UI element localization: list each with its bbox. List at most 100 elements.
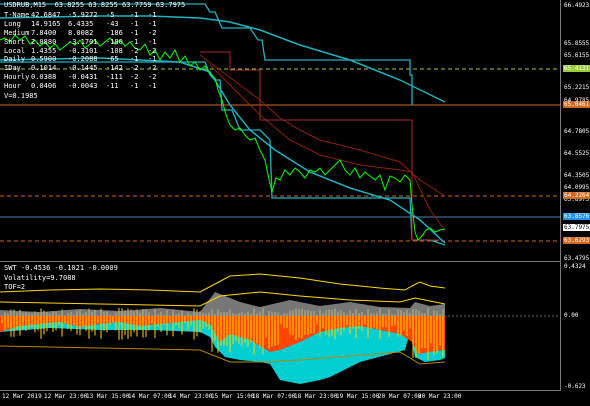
table-cell: 6.4335: [68, 19, 94, 28]
time-tick-label: 20 Mar 23:00: [418, 393, 462, 400]
indicator-table: T-Name 42.6847 -5.9272 -5 -1 -1 Long 14.9…: [4, 11, 166, 101]
price-tick-label: 64.7805: [564, 128, 590, 135]
table-header-row: T-Name 42.6847 -5.9272 -5 -1 -1: [4, 11, 166, 20]
table-cell: 0.5900: [31, 55, 57, 64]
osc-axis-top: 0.4324: [564, 263, 586, 270]
price-level-tag: 63.7975: [563, 224, 590, 231]
osc-axis-zero: 0.00: [564, 312, 579, 319]
table-cell: -1: [130, 19, 139, 28]
price-level-tag: 65.4131: [563, 65, 590, 72]
price-tick-label: 65.8555: [564, 40, 590, 47]
table-body: Long 14.9165 6.4335 -43 -1 -1 Medium 7.8400 8.00…: [4, 20, 166, 91]
table-cell: 0.1014: [31, 64, 57, 73]
table-header-cell: T-Name: [4, 11, 30, 19]
table-cell: 0.0388: [31, 73, 57, 82]
table-cell: -2: [130, 64, 139, 73]
table-cell: 7.8400: [31, 28, 57, 37]
oscillator-volatility: Volatility=9.7088: [4, 274, 76, 282]
table-cell: -186: [106, 28, 123, 37]
table-cell: -0.3101: [68, 46, 98, 55]
table-cell: 1.4355: [31, 46, 57, 55]
table-cell: 2.0880: [31, 37, 57, 46]
price-level-tag: 63.8576: [563, 213, 590, 220]
table-cell: -0.1445: [68, 64, 98, 73]
table-cell: -111: [106, 73, 123, 82]
table-cell: -1: [148, 37, 157, 46]
table-cell: -1: [130, 55, 139, 64]
table-cell: -43: [106, 19, 119, 28]
table-cell: -0.0043: [68, 82, 98, 91]
time-tick-label: 18 Mar 23:00: [294, 393, 338, 400]
time-tick-label: 12 Mar 23:00: [44, 393, 88, 400]
table-cell: 8.0082: [68, 28, 94, 37]
step-line-red: [200, 51, 440, 241]
price-pane[interactable]: USDRUB,M15 63.8255 63.8255 63.7759 63.79…: [0, 0, 561, 262]
table-cell: 0.0406: [31, 82, 57, 91]
table-cell: -0.0431: [68, 73, 98, 82]
table-row: Local 1.4355 -0.3101 -108 -2 -2: [4, 47, 166, 56]
time-axis: 12 Mar 2019 12 Mar 23:00 13 Mar 15:00 14 Ma…: [0, 392, 560, 404]
table-cell: -0.2088: [68, 55, 98, 64]
table-cell: -2: [148, 46, 157, 55]
table-cell: -1: [130, 82, 139, 91]
table-row: Hour 0.0406 -0.0043 -11 -1 -1: [4, 82, 166, 91]
time-tick-label: 18 Mar 07:00: [252, 393, 296, 400]
table-cell: IDay: [4, 64, 21, 73]
table-row: Hourly 0.0388 -0.0431 -111 -2 -2: [4, 73, 166, 82]
osc-axis-bottom: -0.623: [564, 383, 586, 390]
oscillator-svg[interactable]: [0, 262, 560, 390]
time-tick-label: 12 Mar 2019: [2, 393, 42, 400]
table-cell: 14.9165: [31, 19, 61, 28]
table-cell: -1: [130, 37, 139, 46]
table-header-cell: -5.9272: [68, 11, 98, 19]
table-row: Short 2.0880 -3.1701 -180 -1 -1: [4, 38, 166, 47]
table-cell: Hour: [4, 82, 21, 91]
price-tick-label: 63.4795: [564, 255, 590, 262]
chart-symbol-header: USDRUB,M15 63.8255 63.8255 63.7759 63.79…: [4, 1, 186, 9]
time-tick-label: 14 Mar 23:00: [169, 393, 213, 400]
table-cell: Hourly: [4, 73, 30, 82]
table-cell: -142: [106, 64, 123, 73]
time-tick-label: 19 Mar 15:00: [336, 393, 380, 400]
table-cell: -180: [106, 37, 123, 46]
time-tick-label: 15 Mar 15:00: [211, 393, 255, 400]
price-tick-label: 64.0995: [564, 184, 590, 191]
table-cell: -1: [148, 19, 157, 28]
table-cell: -1: [148, 55, 157, 64]
oscillator-tof: TOF=2: [4, 283, 26, 291]
table-cell: -11: [106, 82, 119, 91]
price-axis: 66.492365.855565.615565.221564.978564.78…: [561, 0, 590, 262]
table-header-cell: -1: [130, 11, 139, 19]
table-cell: -2: [148, 64, 157, 73]
envelope-line-1: [199, 54, 446, 197]
oscillator-title: SWT -0.4536 -0.1021 -0.0009: [4, 264, 118, 272]
table-row: Medium 7.8400 8.0082 -186 -1 -2: [4, 29, 166, 38]
table-cell: -2: [130, 73, 139, 82]
table-row: Daily 0.5900 -0.2088 -65 -1 -1: [4, 55, 166, 64]
table-cell: -2: [130, 46, 139, 55]
table-cell: -108: [106, 46, 123, 55]
table-header-cell: 42.6847: [31, 11, 61, 19]
time-tick-label: 20 Mar 07:00: [378, 393, 422, 400]
table-cell: Long: [4, 19, 21, 28]
time-tick-label: 13 Mar 15:00: [86, 393, 130, 400]
price-tick-label: 64.5525: [564, 150, 590, 157]
table-cell: -2: [148, 28, 157, 37]
table-cell: Local: [4, 46, 26, 55]
table-cell: Daily: [4, 55, 26, 64]
table-cell: -1: [148, 82, 157, 91]
price-tick-label: 66.4923: [564, 2, 590, 9]
table-row: IDay 0.1014 -0.1445 -142 -2 -2: [4, 64, 166, 73]
price-level-tag: 63.6293: [563, 237, 590, 244]
chart-window[interactable]: USDRUB,M15 63.8255 63.8255 63.7759 63.79…: [0, 0, 590, 406]
v-value-label: V=0.1985: [4, 92, 38, 101]
price-level-tag: 64.2264: [563, 192, 590, 199]
oscillator-pane[interactable]: SWT -0.4536 -0.1021 -0.0009 Volatility=9…: [0, 262, 561, 391]
price-tick-label: 65.6155: [564, 52, 590, 59]
table-cell: -2: [148, 73, 157, 82]
table-cell: Short: [4, 37, 26, 46]
price-level-tag: 65.0461: [563, 101, 590, 108]
table-cell: -3.1701: [68, 37, 98, 46]
table-cell: -65: [106, 55, 119, 64]
table-cell: Medium: [4, 28, 30, 37]
